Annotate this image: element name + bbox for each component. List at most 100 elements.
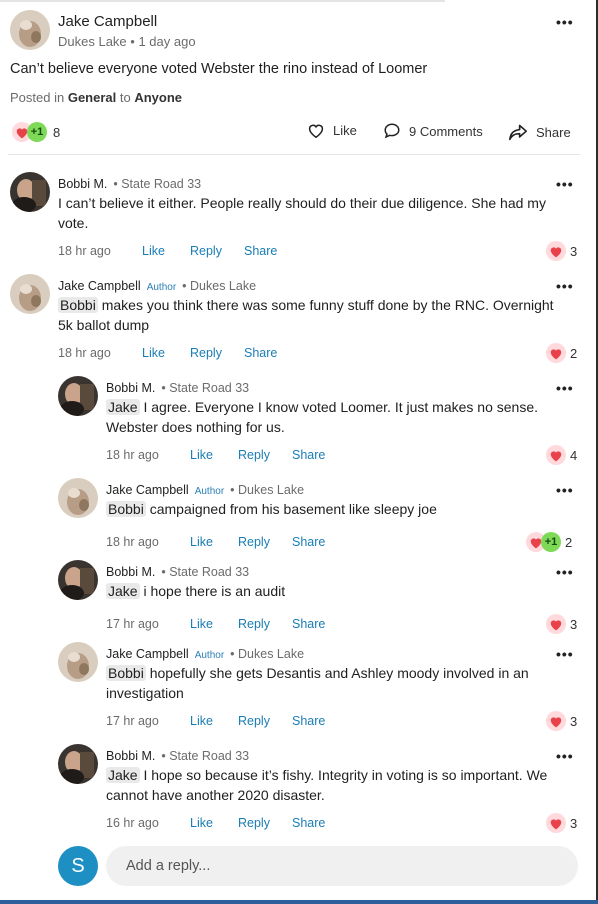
comment-more-options-icon[interactable]: ••• bbox=[556, 482, 574, 498]
comment-author-name[interactable]: Jake Campbell bbox=[106, 483, 189, 497]
reply-placeholder: Add a reply... bbox=[126, 858, 211, 874]
comment-more-options-icon[interactable]: ••• bbox=[556, 380, 574, 396]
comment-reactions[interactable]: +1 2 bbox=[526, 532, 572, 552]
comment-location-text[interactable]: State Road 33 bbox=[169, 565, 249, 579]
comment-reaction-count: 3 bbox=[570, 713, 578, 729]
posted-to-label: to bbox=[119, 90, 131, 105]
like-button[interactable]: Like bbox=[307, 122, 357, 139]
comment-share-button[interactable]: Share bbox=[292, 535, 325, 549]
plus-one-badge: +1 bbox=[27, 122, 47, 142]
comment-bubble-icon bbox=[384, 123, 400, 139]
current-user-avatar[interactable]: S bbox=[58, 846, 98, 886]
comment-text-line1: hopefully she gets Desantis and Ashley m… bbox=[149, 665, 529, 681]
comment-reply-button[interactable]: Reply bbox=[238, 535, 270, 549]
comment-share-button[interactable]: Share bbox=[292, 714, 325, 728]
comment-reactions[interactable]: 3 bbox=[546, 241, 577, 261]
comment-reaction-count: 4 bbox=[570, 447, 578, 463]
comment-like-button[interactable]: Like bbox=[190, 714, 213, 728]
comment-share-button[interactable]: Share bbox=[292, 448, 325, 462]
comment-more-options-icon[interactable]: ••• bbox=[556, 564, 574, 580]
post-more-options-icon[interactable]: ••• bbox=[556, 14, 574, 30]
comment-location-text[interactable]: Dukes Lake bbox=[238, 647, 304, 661]
comment-share-button[interactable]: Share bbox=[244, 244, 277, 258]
comment-location-text[interactable]: Dukes Lake bbox=[238, 483, 304, 497]
audience-link[interactable]: Anyone bbox=[134, 90, 182, 105]
comment-author-name[interactable]: Bobbi M. bbox=[106, 565, 155, 579]
comment-header: Jake Campbell Author • Dukes Lake bbox=[106, 481, 304, 499]
comment-like-button[interactable]: Like bbox=[190, 617, 213, 631]
comment-text: Bobbi campaigned from his basement like … bbox=[106, 499, 437, 519]
comment-location: • State Road 33 bbox=[161, 749, 250, 763]
heart-icon bbox=[546, 813, 566, 833]
comment-location-text[interactable]: State Road 33 bbox=[121, 177, 201, 191]
comment-like-button[interactable]: Like bbox=[190, 535, 213, 549]
comment-location-text[interactable]: State Road 33 bbox=[169, 381, 249, 395]
like-label: Like bbox=[333, 123, 357, 138]
author-badge: Author bbox=[146, 282, 177, 293]
comment-text-line1: I agree. Everyone I know voted Loomer. I… bbox=[143, 399, 539, 415]
comment-reaction-count: 2 bbox=[570, 345, 578, 361]
comment-like-button[interactable]: Like bbox=[142, 244, 165, 258]
post-reactions[interactable]: +1 8 bbox=[12, 122, 60, 142]
comment-avatar[interactable] bbox=[58, 744, 98, 784]
comment-reply-button[interactable]: Reply bbox=[190, 346, 222, 360]
comment-author-name[interactable]: Bobbi M. bbox=[106, 381, 155, 395]
comment-reply-button[interactable]: Reply bbox=[238, 448, 270, 462]
comment-avatar[interactable] bbox=[58, 478, 98, 518]
comment-author-name[interactable]: Bobbi M. bbox=[106, 749, 155, 763]
comment-reactions[interactable]: 2 bbox=[546, 343, 577, 363]
comment-text-line1: makes you think there was some funny stu… bbox=[101, 297, 554, 313]
post-location[interactable]: Dukes Lake bbox=[58, 34, 127, 49]
comment-share-button[interactable]: Share bbox=[292, 816, 325, 830]
comment-text: Bobbi hopefully she gets Desantis and As… bbox=[106, 663, 529, 703]
mention-tag[interactable]: Jake bbox=[106, 399, 140, 415]
mention-tag[interactable]: Bobbi bbox=[58, 297, 98, 313]
post-author-avatar[interactable] bbox=[10, 10, 50, 50]
comment-reply-button[interactable]: Reply bbox=[238, 816, 270, 830]
comment-avatar[interactable] bbox=[10, 274, 50, 314]
post-author-name[interactable]: Jake Campbell bbox=[58, 13, 157, 30]
comment-time: 16 hr ago bbox=[106, 816, 159, 830]
category-link[interactable]: General bbox=[68, 90, 116, 105]
comment-more-options-icon[interactable]: ••• bbox=[556, 748, 574, 764]
author-badge: Author bbox=[194, 486, 225, 497]
comment-more-options-icon[interactable]: ••• bbox=[556, 646, 574, 662]
comment-location-text[interactable]: Dukes Lake bbox=[190, 279, 256, 293]
comment-author-name[interactable]: Jake Campbell bbox=[58, 279, 141, 293]
mention-tag[interactable]: Bobbi bbox=[106, 665, 146, 681]
comment-avatar[interactable] bbox=[10, 172, 50, 212]
comment-reply-button[interactable]: Reply bbox=[238, 714, 270, 728]
comment-text-line1: I hope so because it’s fishy. Integrity … bbox=[143, 767, 548, 783]
comment-like-button[interactable]: Like bbox=[142, 346, 165, 360]
comment-reply-button[interactable]: Reply bbox=[238, 617, 270, 631]
comment-like-button[interactable]: Like bbox=[190, 816, 213, 830]
comment-reactions[interactable]: 4 bbox=[546, 445, 577, 465]
comment-more-options-icon[interactable]: ••• bbox=[556, 278, 574, 294]
comment-avatar[interactable] bbox=[58, 376, 98, 416]
comment-share-button[interactable]: Share bbox=[244, 346, 277, 360]
comment-reactions[interactable]: 3 bbox=[546, 614, 577, 634]
comment-header: Bobbi M. • State Road 33 bbox=[106, 379, 249, 397]
comment-reaction-count: 3 bbox=[570, 243, 578, 259]
comment-author-name[interactable]: Jake Campbell bbox=[106, 647, 189, 661]
comment-avatar[interactable] bbox=[58, 642, 98, 682]
comment-reaction-count: 3 bbox=[570, 815, 578, 831]
comment-more-options-icon[interactable]: ••• bbox=[556, 176, 574, 192]
comment-author-name[interactable]: Bobbi M. bbox=[58, 177, 107, 191]
comment-location-text[interactable]: State Road 33 bbox=[169, 749, 249, 763]
comment-location: • Dukes Lake bbox=[182, 279, 257, 293]
mention-tag[interactable]: Bobbi bbox=[106, 501, 146, 517]
comment-like-button[interactable]: Like bbox=[190, 448, 213, 462]
share-button[interactable]: Share bbox=[508, 123, 571, 141]
comment-share-button[interactable]: Share bbox=[292, 617, 325, 631]
comment-reactions[interactable]: 3 bbox=[546, 813, 577, 833]
comment-reactions[interactable]: 3 bbox=[546, 711, 577, 731]
comment-avatar[interactable] bbox=[58, 560, 98, 600]
mention-tag[interactable]: Jake bbox=[106, 583, 140, 599]
comment-header: Jake Campbell Author • Dukes Lake bbox=[58, 277, 256, 295]
comments-button[interactable]: 9 Comments bbox=[383, 122, 483, 140]
comment-reply-button[interactable]: Reply bbox=[190, 244, 222, 258]
mention-tag[interactable]: Jake bbox=[106, 767, 140, 783]
post-meta: Dukes Lake • 1 day ago bbox=[58, 34, 196, 49]
heart-icon bbox=[546, 614, 566, 634]
